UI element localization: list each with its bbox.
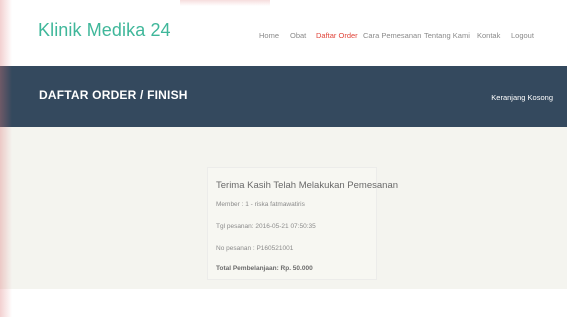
nav-obat[interactable]: Obat [290, 31, 306, 40]
thank-you-message: Terima Kasih Telah Melakukan Pemesanan [216, 180, 399, 191]
order-number: No pesanan : P160521001 [216, 245, 294, 252]
page-title: DAFTAR ORDER / FINISH [39, 88, 188, 102]
nav-daftar-order[interactable]: Daftar Order [316, 31, 358, 40]
nav-home[interactable]: Home [259, 31, 279, 40]
order-total: Total Pembelanjaan: Rp. 50.000 [216, 265, 313, 272]
nav-logout[interactable]: Logout [511, 31, 534, 40]
order-summary-card: Terima Kasih Telah Melakukan Pemesanan M… [207, 167, 398, 280]
member-info: Member : 1 - riska fatmawatiris [216, 201, 305, 208]
top-edge-tint [180, 0, 270, 6]
nav-cara-pemesanan[interactable]: Cara Pemesanan [363, 31, 421, 40]
footer-band [0, 289, 567, 317]
order-date: Tgl pesanan: 2016-05-21 07:50:35 [216, 223, 316, 230]
main-content: Terima Kasih Telah Melakukan Pemesanan M… [0, 127, 567, 289]
main-nav: Home Obat Daftar Order Cara Pemesanan Te… [0, 31, 567, 45]
nav-tentang-kami[interactable]: Tentang Kami [424, 31, 470, 40]
page-header-bar: DAFTAR ORDER / FINISH Keranjang Kosong [0, 66, 567, 127]
top-navbar: Klinik Medika 24 Home Obat Daftar Order … [0, 0, 567, 66]
cart-status-link[interactable]: Keranjang Kosong [491, 93, 553, 102]
nav-kontak[interactable]: Kontak [477, 31, 500, 40]
